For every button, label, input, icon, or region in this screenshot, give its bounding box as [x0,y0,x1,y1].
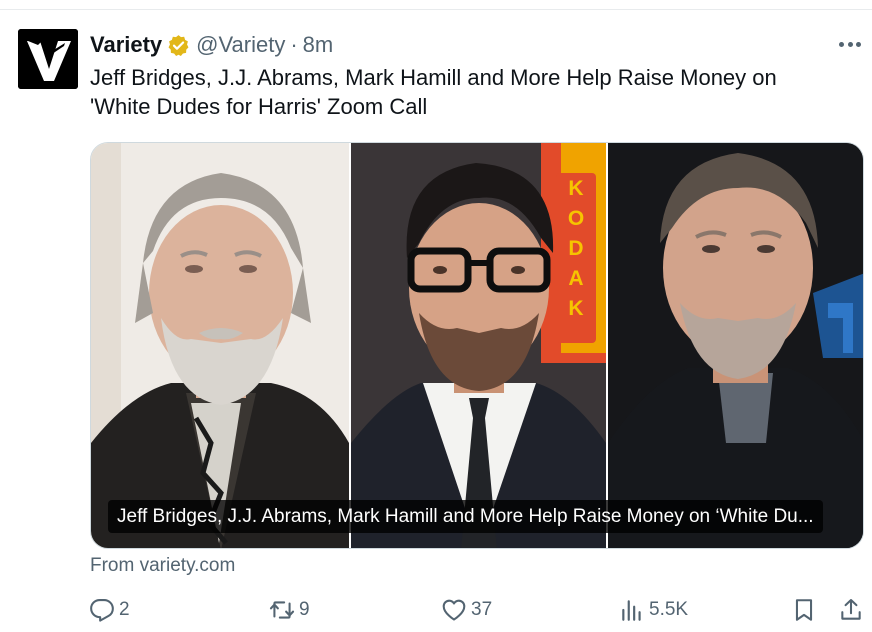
retweet-icon [269,601,295,619]
avatar[interactable] [18,29,78,89]
svg-text:D: D [568,237,583,260]
header-separator: · [290,32,298,57]
card-caption: Jeff Bridges, J.J. Abrams, Mark Hamill a… [108,500,823,533]
like-button[interactable]: 37 [441,594,492,626]
bookmark-icon [795,599,813,621]
svg-text:A: A [568,267,583,290]
reply-button[interactable]: 2 [89,594,130,626]
svg-text:K: K [568,297,583,320]
tweet-timestamp[interactable]: 8m [303,32,334,58]
share-button[interactable] [838,594,864,626]
tweet-text: Jeff Bridges, J.J. Abrams, Mark Hamill a… [90,65,777,119]
svg-text:K: K [568,177,583,200]
tweet-header: Variety @Variety · 8m [90,30,333,60]
photo-panel-center: K O D A K [351,143,606,548]
bookmark-button[interactable] [791,594,817,626]
portrait-illustration: K O D A K [351,143,606,548]
views-count: 5.5K [649,599,689,620]
svg-text:O: O [568,207,584,230]
reply-icon [90,599,114,622]
variety-logo-icon [18,29,78,89]
reply-count: 2 [119,599,130,620]
more-dot [856,41,861,47]
top-divider [0,9,872,10]
heart-icon [442,599,466,621]
more-dot [847,41,853,47]
link-card[interactable]: K O D A K Jeff Bridges, J.J. Abrams, Mar… [90,142,864,549]
verified-badge-icon[interactable] [167,34,190,57]
portrait-illustration [91,143,349,548]
author-handle[interactable]: @Variety [196,32,285,58]
action-bar: 2 9 37 5.5K [0,594,872,626]
more-dot [839,41,844,47]
link-source[interactable]: From variety.com [90,555,235,577]
author-name[interactable]: Variety [90,32,162,58]
retweet-count: 9 [299,599,310,620]
views-bar-icon [622,600,641,621]
portrait-illustration [608,143,863,548]
retweet-button[interactable]: 9 [269,594,310,626]
more-dots-icon[interactable] [836,32,864,56]
views-button[interactable]: 5.5K [619,594,688,626]
photo-panel-left [91,143,349,548]
share-icon [841,599,861,620]
like-count: 37 [471,599,493,620]
photo-panel-right [608,143,863,548]
